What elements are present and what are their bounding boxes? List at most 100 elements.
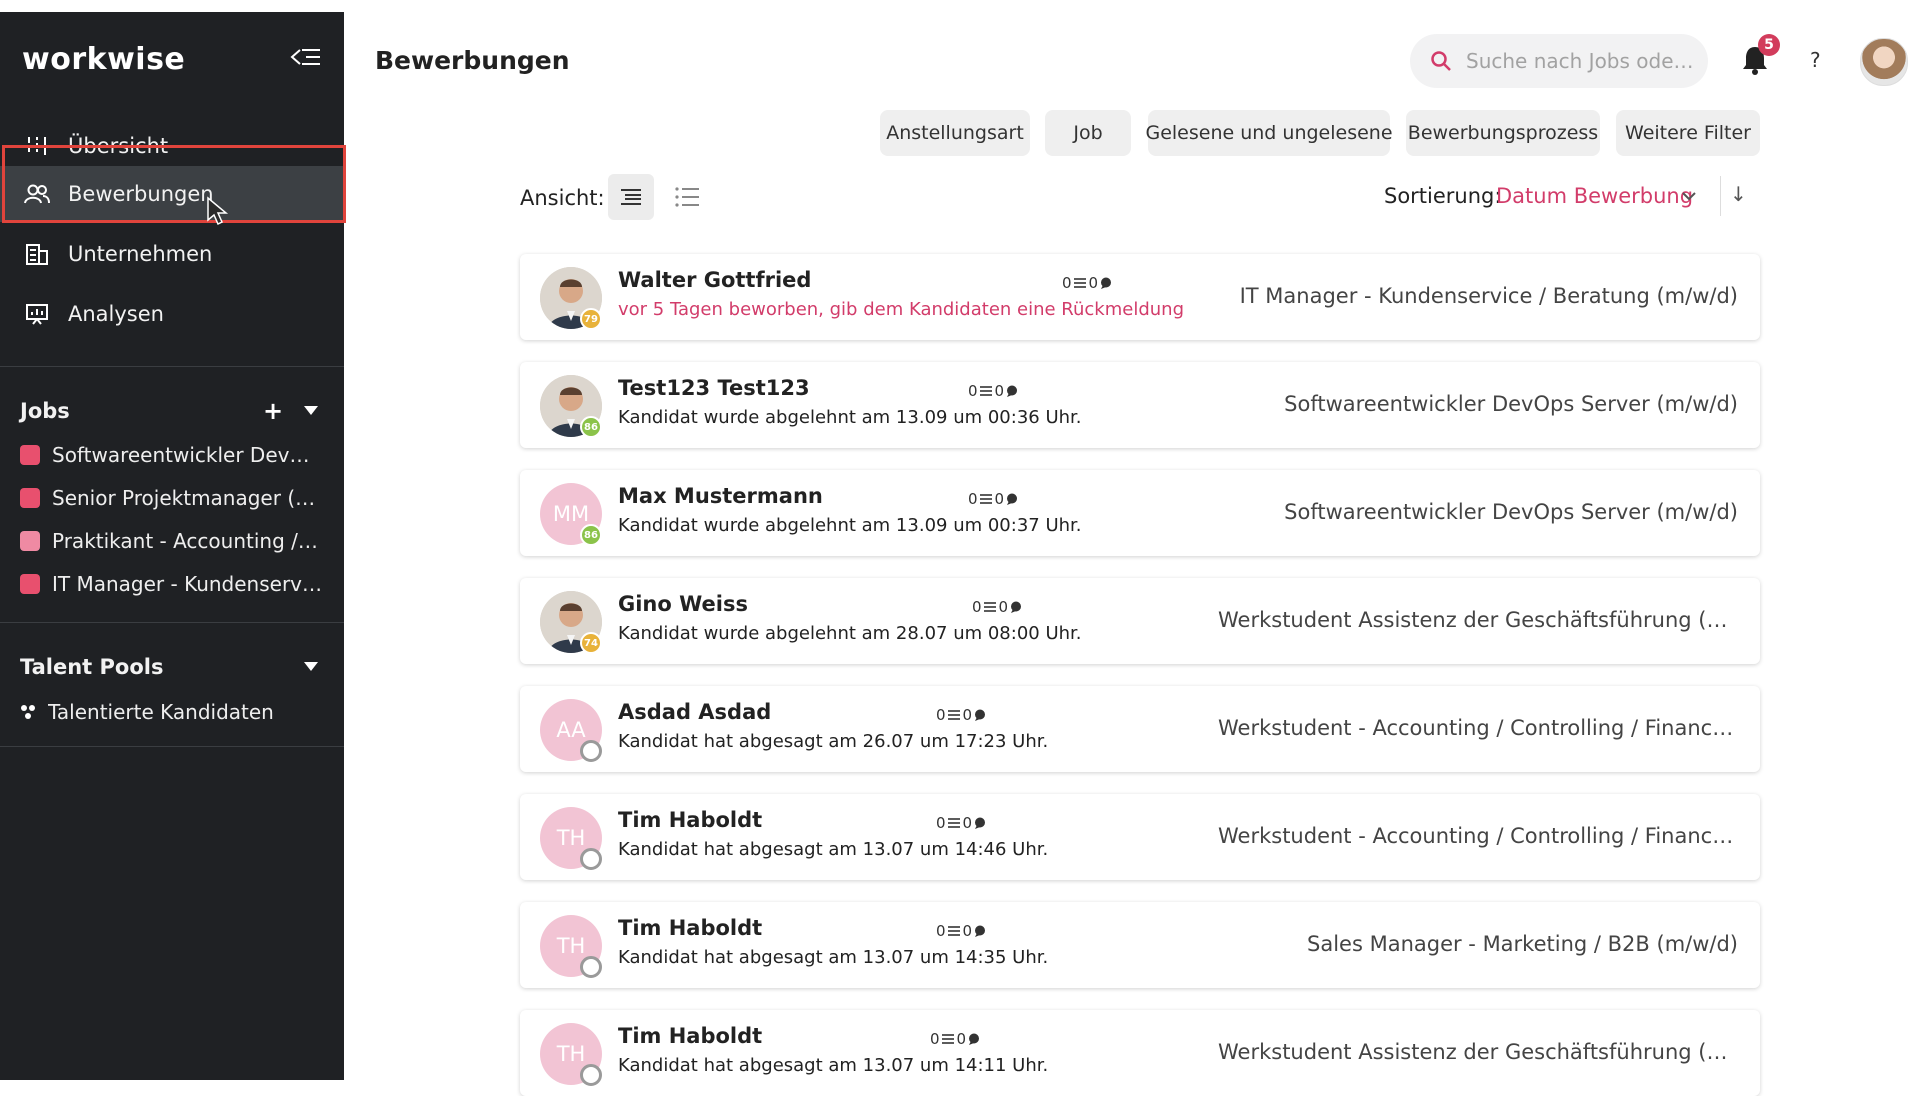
sidebar-job-item[interactable]: IT Manager - Kundenservice / Beratung (m… bbox=[20, 566, 324, 602]
notes-count: 0 bbox=[936, 922, 946, 940]
page-title: Bewerbungen bbox=[375, 46, 570, 75]
jobs-section-header: Jobs + bbox=[20, 397, 324, 425]
sort-direction-arrow-icon[interactable]: ↓ bbox=[1730, 182, 1747, 206]
messages-count: 0 bbox=[1088, 274, 1099, 292]
caret-down-icon[interactable] bbox=[298, 654, 324, 680]
search-bar[interactable] bbox=[1410, 34, 1708, 88]
detailed-list-icon bbox=[619, 187, 643, 207]
candidate-name[interactable]: Test123 Test123 bbox=[618, 376, 810, 400]
sidebar-divider bbox=[0, 746, 344, 747]
applied-job-title[interactable]: Werkstudent - Accounting / Controlling /… bbox=[1218, 716, 1738, 740]
candidate-initials: TH bbox=[556, 934, 586, 958]
nav-item-applications[interactable]: Bewerbungen bbox=[0, 166, 344, 222]
collapse-sidebar-icon[interactable] bbox=[288, 46, 322, 72]
talent-pool-item[interactable]: Talentierte Kandidaten bbox=[20, 694, 324, 730]
job-label: Senior Projektmanager (m/w/d) bbox=[52, 486, 324, 510]
caret-down-icon[interactable] bbox=[298, 398, 324, 424]
talent-pools-section-header: Talent Pools bbox=[20, 654, 324, 680]
applied-job-title[interactable]: Werkstudent Assistenz der Geschäftsführu… bbox=[1218, 1040, 1738, 1064]
status-ring-icon bbox=[580, 1064, 602, 1086]
workwise-logo[interactable]: workwise bbox=[22, 42, 185, 77]
nav-item-analytics[interactable]: Analysen bbox=[0, 286, 344, 342]
notes-icon bbox=[1073, 278, 1086, 288]
search-input[interactable] bbox=[1464, 48, 1698, 74]
candidate-name[interactable]: Max Mustermann bbox=[618, 484, 823, 508]
sidebar-job-item[interactable]: Praktikant - Accounting / Controlling bbox=[20, 523, 324, 559]
message-bubble-icon bbox=[974, 925, 986, 937]
notes-icon bbox=[941, 1034, 954, 1044]
chevron-down-icon[interactable] bbox=[1682, 186, 1696, 205]
applied-job-title[interactable]: IT Manager - Kundenservice / Beratung (m… bbox=[1240, 284, 1738, 308]
job-color-dot bbox=[20, 445, 40, 465]
application-card[interactable]: TH Tim Haboldt Kandidat hat abgesagt am 13… bbox=[520, 1010, 1760, 1096]
candidate-name[interactable]: Tim Haboldt bbox=[618, 916, 762, 940]
application-card[interactable]: TH Tim Haboldt Kandidat hat abgesagt am 13… bbox=[520, 794, 1760, 880]
sort-dropdown[interactable]: Datum Bewerbung bbox=[1496, 184, 1693, 208]
activity-counts: 00 bbox=[968, 382, 1018, 400]
applied-job-title[interactable]: Werkstudent Assistenz der Geschäftsführu… bbox=[1218, 608, 1738, 632]
messages-count: 0 bbox=[994, 490, 1005, 508]
notes-icon bbox=[979, 494, 992, 504]
message-bubble-icon bbox=[1010, 601, 1022, 613]
messages-count: 0 bbox=[962, 814, 973, 832]
application-card[interactable]: 74 Gino Weiss Kandidat wurde abgelehnt am … bbox=[520, 578, 1760, 664]
application-card[interactable]: MM 86 Max Mustermann Kandidat wurde abgeleh… bbox=[520, 470, 1760, 556]
candidate-name[interactable]: Tim Haboldt bbox=[618, 1024, 762, 1048]
candidate-initials: AA bbox=[556, 718, 586, 742]
filter-more[interactable]: Weitere Filter bbox=[1616, 110, 1760, 156]
activity-counts: 00 bbox=[936, 922, 986, 940]
application-card[interactable]: 79 Walter Gottfried vor 5 Tagen beworben, … bbox=[520, 254, 1760, 340]
filter-employment-type[interactable]: Anstellungsart bbox=[880, 110, 1030, 156]
application-status: Kandidat hat abgesagt am 13.07 um 14:11 … bbox=[618, 1055, 1049, 1076]
jobs-heading: Jobs bbox=[20, 399, 70, 423]
candidate-name[interactable]: Walter Gottfried bbox=[618, 268, 811, 292]
applied-job-title[interactable]: Softwareentwickler DevOps Server (m/w/d) bbox=[1284, 500, 1738, 524]
candidate-name[interactable]: Gino Weiss bbox=[618, 592, 748, 616]
activity-counts: 00 bbox=[936, 814, 986, 832]
view-compact-button[interactable] bbox=[664, 174, 710, 220]
application-status: vor 5 Tagen beworben, gib dem Kandidaten… bbox=[618, 299, 1185, 320]
sidebar-job-item[interactable]: Senior Projektmanager (m/w/d) bbox=[20, 480, 324, 516]
applied-job-title[interactable]: Sales Manager - Marketing / B2B (m/w/d) bbox=[1307, 932, 1738, 956]
notes-count: 0 bbox=[968, 382, 978, 400]
notes-icon bbox=[983, 602, 996, 612]
messages-count: 0 bbox=[994, 382, 1005, 400]
job-color-dot bbox=[20, 531, 40, 551]
match-score-badge: 86 bbox=[580, 524, 602, 546]
filter-application-process[interactable]: Bewerbungsprozess bbox=[1406, 110, 1600, 156]
talent-pool-icon bbox=[20, 704, 36, 720]
help-icon[interactable]: ? bbox=[1810, 48, 1821, 72]
message-bubble-icon bbox=[974, 709, 986, 721]
overview-icon bbox=[22, 131, 52, 161]
notes-count: 0 bbox=[968, 490, 978, 508]
application-card[interactable]: AA Asdad Asdad Kandidat hat abgesagt am 26… bbox=[520, 686, 1760, 772]
applied-job-title[interactable]: Werkstudent - Accounting / Controlling /… bbox=[1218, 824, 1738, 848]
user-avatar[interactable] bbox=[1860, 38, 1908, 86]
match-score-badge: 86 bbox=[580, 416, 602, 438]
notes-icon bbox=[947, 926, 960, 936]
nav-item-companies[interactable]: Unternehmen bbox=[0, 226, 344, 282]
job-label: IT Manager - Kundenservice / Beratung (m… bbox=[52, 572, 324, 596]
application-status: Kandidat wurde abgelehnt am 28.07 um 08:… bbox=[618, 623, 1082, 644]
activity-counts: 00 bbox=[1062, 274, 1112, 292]
filter-read-status[interactable]: Gelesene und ungelesene bbox=[1145, 110, 1393, 156]
filter-job[interactable]: Job bbox=[1045, 110, 1131, 156]
activity-counts: 00 bbox=[972, 598, 1022, 616]
status-ring-icon bbox=[580, 956, 602, 978]
view-detailed-button[interactable] bbox=[608, 174, 654, 220]
applied-job-title[interactable]: Softwareentwickler DevOps Server (m/w/d) bbox=[1284, 392, 1738, 416]
notes-icon bbox=[947, 710, 960, 720]
add-job-icon[interactable]: + bbox=[260, 397, 286, 425]
message-bubble-icon bbox=[1006, 493, 1018, 505]
application-card[interactable]: TH Tim Haboldt Kandidat hat abgesagt am 13… bbox=[520, 902, 1760, 988]
messages-count: 0 bbox=[956, 1030, 967, 1048]
candidate-name[interactable]: Tim Haboldt bbox=[618, 808, 762, 832]
talent-pool-label: Talentierte Kandidaten bbox=[48, 700, 274, 724]
sidebar-job-item[interactable]: Softwareentwickler DevOps Server (m/w/d) bbox=[20, 437, 324, 473]
notes-count: 0 bbox=[936, 706, 946, 724]
message-bubble-icon bbox=[1006, 385, 1018, 397]
application-card[interactable]: 86 Test123 Test123 Kandidat wurde abgelehn… bbox=[520, 362, 1760, 448]
search-icon bbox=[1430, 50, 1452, 72]
candidate-name[interactable]: Asdad Asdad bbox=[618, 700, 771, 724]
job-label: Softwareentwickler DevOps Server (m/w/d) bbox=[52, 443, 324, 467]
